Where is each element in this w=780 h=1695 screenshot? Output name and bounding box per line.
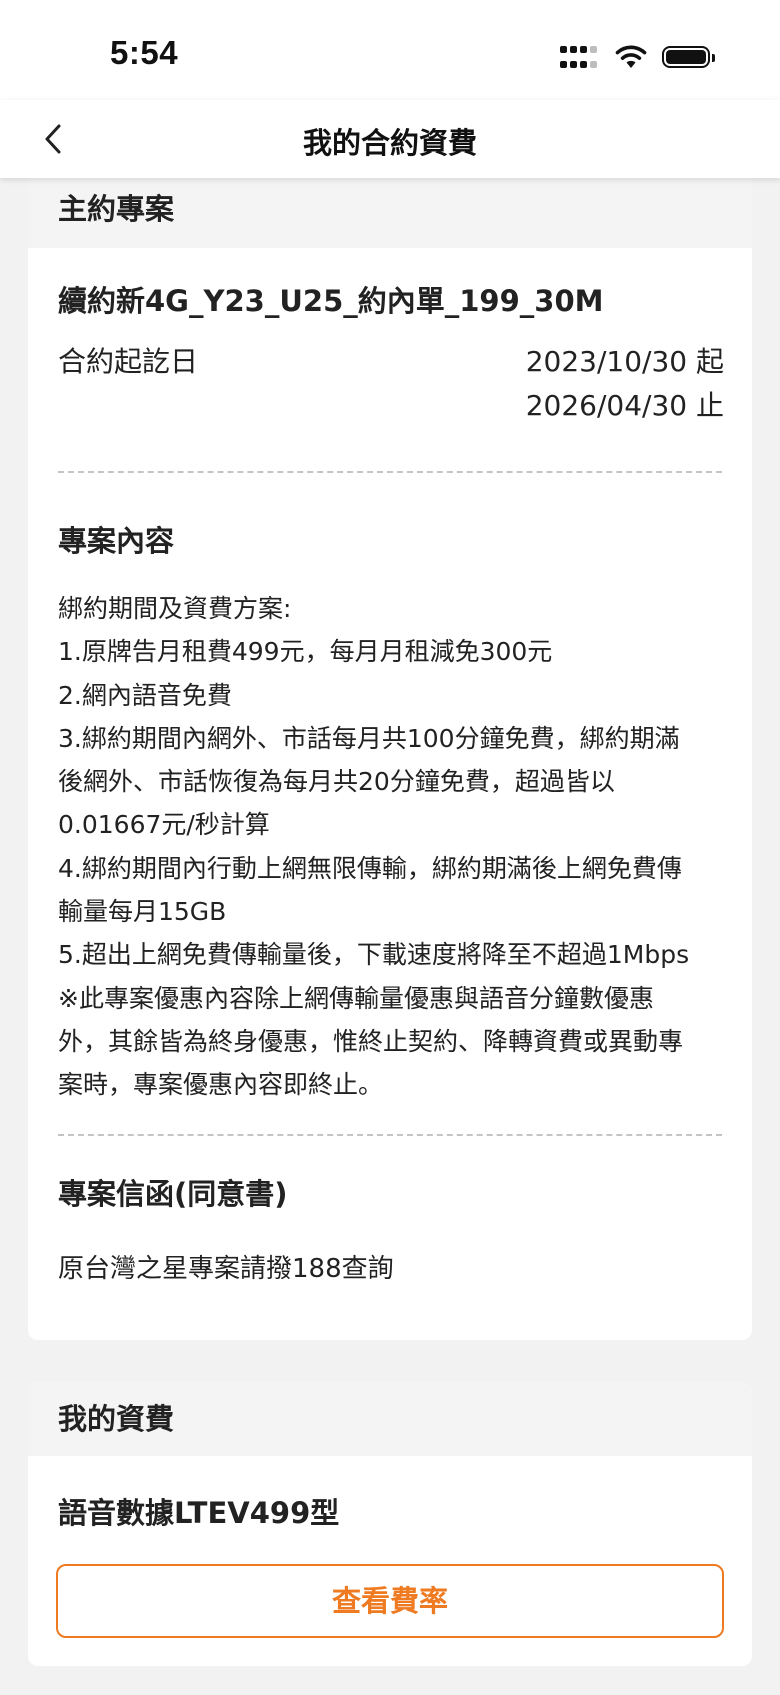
plan-content-line: 輸量每月15GB xyxy=(58,897,227,927)
status-icons xyxy=(560,42,715,72)
my-rate-card: 我的資費 語音數據LTEV499型 查看費率 xyxy=(28,1382,752,1666)
plan-content-line: 後網外、市話恢復為每月共20分鐘免費，超過皆以 xyxy=(58,767,615,797)
nav-bar: 我的合約資費 xyxy=(0,100,780,178)
plan-content-line: 5.超出上網免費傳輸量後，下載速度將降至不超過1Mbps xyxy=(58,940,690,970)
project-letter-text: 原台灣之星專案請撥188查詢 xyxy=(58,1254,394,1284)
contract-plan-name: 續約新4G_Y23_U25_約內單_199_30M xyxy=(58,284,604,318)
my-rate-header: 我的資費 xyxy=(28,1382,752,1456)
plan-content-title: 專案內容 xyxy=(58,524,175,558)
plan-content-line: 1.原牌告月租費499元，每月月租減免300元 xyxy=(58,637,553,667)
plan-content-line: 0.01667元/秒計算 xyxy=(58,810,270,840)
plan-content-line: ※此專案優惠內容除上網傳輸量優惠與語音分鐘數優惠 xyxy=(58,983,654,1013)
main-contract-header: 主約專案 xyxy=(28,170,752,248)
view-rates-button[interactable]: 查看費率 xyxy=(56,1564,724,1638)
battery-icon xyxy=(662,46,715,68)
contract-period-dates: 2023/10/30 起 2026/04/30 止 xyxy=(526,340,724,428)
contract-period-label: 合約起訖日 xyxy=(58,345,199,378)
contract-end-date: 2026/04/30 止 xyxy=(525,389,724,422)
plan-content-line: 4.綁約期間內行動上網無限傳輸，綁約期滿後上網免費傳 xyxy=(58,853,682,883)
plan-content-line: 綁約期間及資費方案: xyxy=(58,594,292,623)
plan-content-line: 案時，專案優惠內容即終止。 xyxy=(58,1070,384,1100)
cellular-signal-icon xyxy=(560,46,600,68)
dashed-divider xyxy=(58,1134,722,1136)
plan-content-line: 3.綁約期間內網外、市話每月共100分鐘免費，綁約期滿 xyxy=(58,723,680,753)
plan-content-text: 綁約期間及資費方案: 1.原牌告月租費499元，每月月租減免300元 2.網內語… xyxy=(58,587,748,1107)
rate-plan-name: 語音數據LTEV499型 xyxy=(58,1496,340,1530)
status-time: 5:54 xyxy=(110,34,179,71)
project-letter-title: 專案信函(同意書) xyxy=(58,1177,288,1211)
page-title: 我的合約資費 xyxy=(302,126,477,160)
main-contract-card: 主約專案 續約新4G_Y23_U25_約內單_199_30M 合約起訖日 202… xyxy=(28,170,752,1340)
dashed-divider xyxy=(58,471,722,473)
plan-content-line: 2.網內語音免費 xyxy=(58,680,232,710)
plan-content-line: 外，其餘皆為終身優惠，惟終止契約、降轉資費或異動專 xyxy=(58,1026,684,1056)
wifi-icon xyxy=(615,45,647,68)
contract-start-date: 2023/10/30 起 xyxy=(525,345,724,378)
status-bar: 5:54 xyxy=(0,0,780,100)
